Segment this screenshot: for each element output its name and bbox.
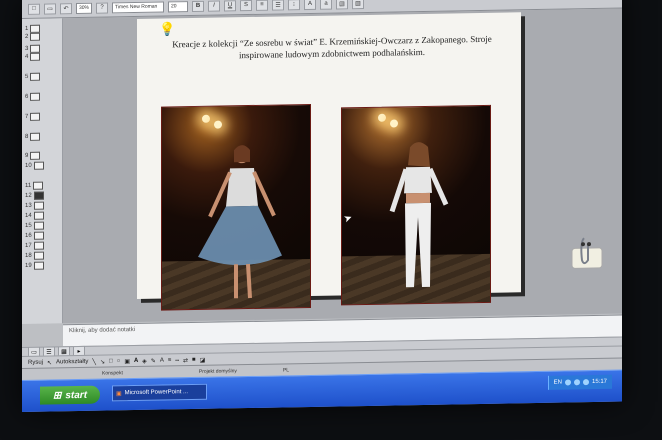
slide-thumb-icon [33,161,44,170]
font-color-icon[interactable]: A [160,358,164,364]
align-right-icon[interactable]: ☰ [272,0,285,11]
slide-thumb-icon [33,251,44,260]
outline-item-selected[interactable]: 12 [25,191,44,200]
arrow-icon[interactable]: ↘ [100,358,105,365]
office-assistant-clippy-icon[interactable] [570,234,604,273]
slide-thumb-icon [30,52,41,61]
outline-item[interactable]: 7 [25,112,41,121]
bullets-icon[interactable]: ⁝ [288,0,301,10]
bold-button[interactable]: B [192,0,205,12]
italic-button[interactable]: I [208,0,221,12]
status-language-label: PL [282,366,290,373]
textbox-icon[interactable]: ▣ [124,358,130,365]
slide-canvas[interactable]: 💡 Kreacje z kolekcji “Ze sosrebu w świat… [137,12,521,311]
outline-item[interactable]: 10 [25,161,44,170]
open-icon[interactable]: ▭ [44,2,56,15]
outline-item[interactable]: 4 [25,52,41,61]
shadow-icon[interactable]: ■ [192,357,196,363]
photo-model-trousers[interactable] [341,104,491,306]
model-dress-figure [198,145,282,299]
outline-item[interactable]: 8 [25,132,41,141]
outline-item[interactable]: 6 [25,92,41,101]
outline-item[interactable]: 17 [25,241,44,250]
network-icon[interactable] [564,379,571,386]
slide-thumb-icon [30,44,41,53]
clock[interactable]: 15:17 [592,379,607,385]
outline-item[interactable]: 5 [25,72,41,81]
line-icon[interactable]: ╲ [92,358,96,365]
taskbar-powerpoint-window[interactable]: ▣ Microsoft PowerPoint ... [112,383,207,402]
3d-icon[interactable]: ◪ [200,356,206,363]
font-shrink-icon[interactable]: a [320,0,333,10]
lightbulb-icon[interactable]: 💡 [159,21,175,37]
underline-button[interactable]: U [224,0,237,11]
slide-thumb-icon [30,32,41,41]
rectangle-icon[interactable]: □ [109,358,113,364]
slide-thumb-icon [33,241,44,250]
zoom-field[interactable]: 30% [76,2,93,14]
model-trousers-figure [389,142,449,288]
slide-thumb-icon [30,92,41,101]
security-icon[interactable] [582,379,589,386]
line-style-icon[interactable]: ≡ [168,357,172,363]
slide-thumb-icon [33,201,44,210]
status-design-label: Projekt domyślny [198,367,237,375]
new-icon[interactable]: □ [28,3,40,15]
slide-workspace: 💡 Kreacje z kolekcji “Ze sosrebu w świat… [63,8,622,324]
help-button[interactable]: ? [96,1,109,14]
photo-model-dress[interactable] [161,103,311,311]
outline-pane: 1 2 3 4 5 6 7 8 9 10 11 12 13 14 15 16 1… [22,18,63,325]
windows-logo-icon: ⊞ [52,389,62,401]
slide-thumb-icon [33,191,44,200]
outline-item[interactable]: 18 [25,251,44,260]
outline-item[interactable]: 19 [25,261,44,270]
line-color-icon[interactable]: ✎ [151,357,156,364]
system-tray: EN 15:17 [547,374,612,390]
outline-item[interactable]: 2 [25,32,41,41]
status-outline-label: Konspekt [102,369,123,377]
draw-menu[interactable]: Rysuj [28,360,43,366]
dash-style-icon[interactable]: ┅ [175,357,179,364]
volume-icon[interactable] [573,379,580,386]
projected-screen: □ ▭ ↶ 30% ? Times New Roman 20 B I U S ≡… [22,0,622,413]
slide-thumb-icon [30,132,41,141]
tray-language[interactable]: EN [554,380,562,386]
autoshapes-menu[interactable]: Autokształty [56,359,88,366]
new-slide-icon[interactable]: ▥ [352,0,365,9]
shadow-button[interactable]: S [240,0,253,11]
undo-icon[interactable]: ↶ [60,2,72,14]
outline-item[interactable]: 11 [25,181,44,190]
outline-item[interactable]: 15 [25,221,44,230]
powerpoint-icon: ▣ [116,390,122,397]
outline-item[interactable]: 16 [25,231,44,240]
select-arrow-icon[interactable]: ↖ [47,359,52,366]
slide-thumb-icon [33,261,44,270]
slide-thumb-icon [33,211,44,220]
fill-color-icon[interactable]: ◈ [142,357,147,364]
start-button[interactable]: ⊞ start [40,385,100,405]
slide-thumb-icon [30,151,41,160]
align-center-button[interactable]: ≡ [256,0,269,11]
design-icon[interactable]: ▤ [336,0,349,10]
font-name-field[interactable]: Times New Roman [112,1,165,13]
wordart-icon[interactable]: 𝐀 [134,357,138,364]
slide-thumb-icon [30,24,41,33]
slide-thumb-icon [33,181,44,190]
outline-item[interactable]: 14 [25,211,44,220]
oval-icon[interactable]: ○ [117,358,121,364]
slide-title[interactable]: Kreacje z kolekcji “Ze sosrebu w świat” … [167,33,497,63]
font-size-field[interactable]: 20 [168,0,189,12]
slide-thumb-icon [33,221,44,230]
slide-thumb-icon [33,231,44,240]
arrow-style-icon[interactable]: ⇄ [183,357,188,364]
outline-item[interactable]: 9 [25,151,41,160]
slide-thumb-icon [30,112,41,121]
font-grow-icon[interactable]: A [304,0,317,10]
slide-thumb-icon [30,72,41,81]
outline-item[interactable]: 13 [25,201,44,210]
